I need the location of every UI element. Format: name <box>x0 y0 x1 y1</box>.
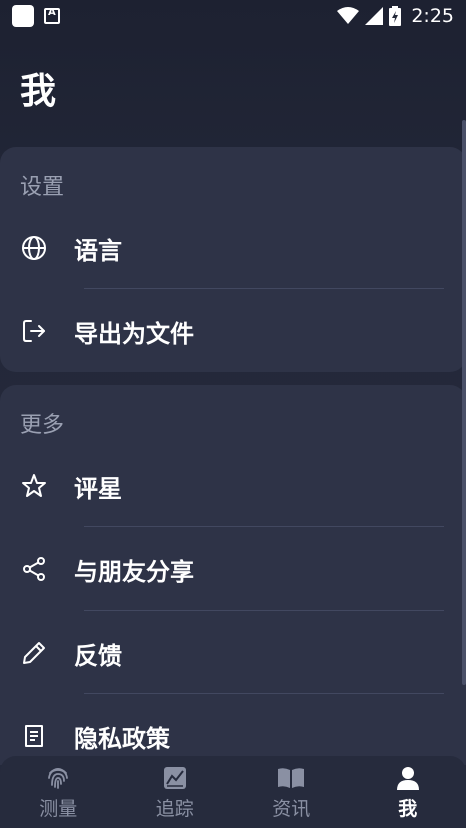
app-notification-icon <box>44 7 60 24</box>
export-icon <box>21 318 47 344</box>
feedback-label: 反馈 <box>74 641 122 670</box>
language-label: 语言 <box>74 236 122 265</box>
divider <box>84 610 444 611</box>
battery-charging-icon <box>389 6 402 26</box>
more-card: 更多 评星 与朋友分享 反馈 隐私政策 <box>0 385 466 765</box>
share-label: 与朋友分享 <box>74 557 194 586</box>
nav-measure[interactable]: 测量 <box>0 756 117 828</box>
fingerprint-icon <box>44 764 72 792</box>
privacy-policy-label: 隐私政策 <box>74 724 170 753</box>
bottom-nav: 测量 追踪 资讯 我 <box>0 756 466 828</box>
status-bar: 2:25 <box>0 0 466 32</box>
share-icon <box>21 556 47 582</box>
more-section-header: 更多 <box>20 413 65 438</box>
rate-row[interactable]: 评星 <box>0 451 466 521</box>
notification-square-icon <box>12 5 34 27</box>
book-icon <box>277 764 305 792</box>
rate-label: 评星 <box>74 474 122 503</box>
nav-news-label: 资讯 <box>272 797 311 820</box>
globe-icon <box>21 235 47 261</box>
wifi-icon <box>337 7 360 24</box>
settings-section-header: 设置 <box>20 175 65 200</box>
cellular-signal-icon <box>365 7 384 25</box>
share-row[interactable]: 与朋友分享 <box>0 534 466 604</box>
language-row[interactable]: 语言 <box>0 213 466 283</box>
nav-measure-label: 测量 <box>39 797 78 820</box>
export-file-label: 导出为文件 <box>74 319 194 348</box>
page-title: 我 <box>20 71 57 112</box>
divider <box>84 693 444 694</box>
nav-track-label: 追踪 <box>155 797 194 820</box>
nav-news[interactable]: 资讯 <box>233 756 350 828</box>
nav-me-label: 我 <box>398 797 418 820</box>
export-file-row[interactable]: 导出为文件 <box>0 296 466 366</box>
pencil-icon <box>21 640 47 666</box>
feedback-row[interactable]: 反馈 <box>0 618 466 688</box>
divider <box>84 526 444 527</box>
nav-me[interactable]: 我 <box>350 756 466 828</box>
document-icon <box>21 723 47 749</box>
nav-track[interactable]: 追踪 <box>117 756 234 828</box>
divider <box>84 288 444 289</box>
status-time: 2:25 <box>411 5 454 27</box>
scrollbar[interactable] <box>462 120 466 685</box>
person-icon <box>394 764 422 792</box>
star-icon <box>21 473 47 499</box>
settings-card: 设置 语言 导出为文件 <box>0 147 466 372</box>
chart-icon <box>161 764 189 792</box>
